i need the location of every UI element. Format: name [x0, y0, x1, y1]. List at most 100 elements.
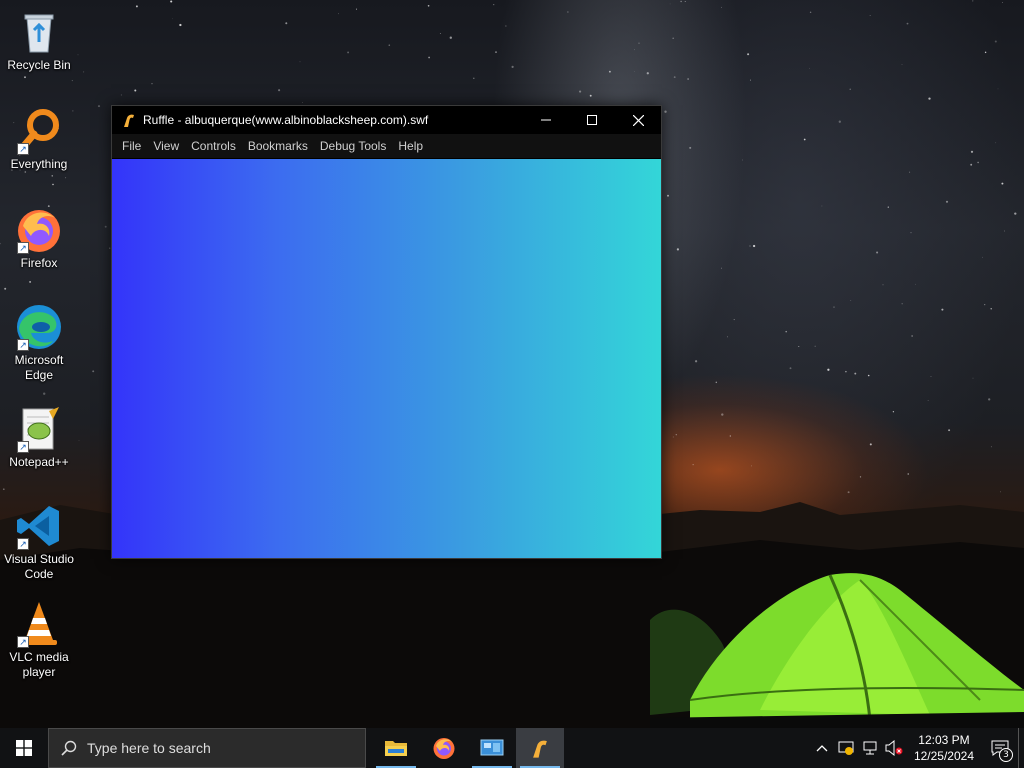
star: [634, 70, 635, 72]
star: [809, 11, 812, 14]
star: [4, 287, 7, 290]
start-button[interactable]: [0, 728, 48, 768]
star: [752, 244, 756, 248]
ruffle-window[interactable]: Ruffle - albuquerque(www.albinoblackshee…: [111, 105, 662, 559]
star: [675, 434, 677, 436]
star: [733, 319, 735, 321]
star: [1001, 182, 1004, 185]
taskbar-search-box[interactable]: Type here to search: [48, 728, 366, 768]
star: [134, 89, 137, 92]
tray-volume-button[interactable]: [882, 728, 906, 768]
star: [172, 18, 174, 20]
minimize-button[interactable]: [523, 106, 569, 134]
menu-view[interactable]: View: [147, 134, 185, 158]
desktop-icon-label: Notepad++: [9, 455, 69, 469]
star: [439, 33, 441, 34]
taskbar-ruffle[interactable]: [516, 728, 564, 768]
star: [634, 49, 635, 51]
taskbar-control-panel[interactable]: [468, 728, 516, 768]
star: [715, 381, 718, 384]
star: [638, 42, 640, 44]
recycle-bin-icon: [15, 8, 63, 56]
swf-player-canvas[interactable]: [112, 159, 661, 558]
star: [179, 23, 182, 27]
star: [887, 206, 889, 208]
star: [945, 200, 949, 203]
file-explorer-icon: [385, 741, 407, 756]
star: [589, 94, 592, 97]
star: [833, 306, 835, 308]
star: [927, 400, 929, 401]
star: [29, 280, 32, 283]
action-center-button[interactable]: 3: [982, 728, 1018, 768]
tray-network-button[interactable]: [858, 728, 882, 768]
taskbar-clock[interactable]: 12:03 PM 12/25/2024: [906, 732, 982, 764]
star: [689, 146, 692, 149]
star: [907, 473, 909, 475]
shortcut-arrow-icon: ↗: [17, 143, 29, 155]
star: [869, 443, 872, 446]
desktop-icon-vlc[interactable]: ↗ VLC media player: [0, 600, 78, 680]
window-titlebar[interactable]: Ruffle - albuquerque(www.albinoblackshee…: [112, 106, 661, 134]
desktop-icon-firefox[interactable]: ↗ Firefox: [0, 206, 78, 271]
star: [1002, 2, 1003, 3]
close-icon: [632, 114, 644, 126]
tray-security-button[interactable]: [834, 728, 858, 768]
star: [449, 36, 452, 39]
star: [355, 8, 358, 10]
menu-bookmarks[interactable]: Bookmarks: [242, 134, 314, 158]
star: [803, 138, 806, 141]
star: [999, 491, 1002, 493]
star: [493, 4, 495, 6]
show-hidden-icons-button[interactable]: [810, 728, 834, 768]
star: [814, 345, 816, 347]
taskbar-firefox[interactable]: [420, 728, 468, 768]
star: [692, 464, 694, 466]
star: [1004, 230, 1006, 232]
menu-controls[interactable]: Controls: [185, 134, 242, 158]
star: [151, 83, 153, 85]
star: [850, 300, 852, 301]
desktop-icon-label: Microsoft Edge: [14, 353, 64, 382]
star: [65, 177, 67, 179]
maximize-button[interactable]: [569, 106, 615, 134]
firefox-icon: [433, 738, 455, 759]
star: [684, 1, 686, 2]
star: [285, 22, 288, 25]
star: [906, 22, 909, 25]
menu-file[interactable]: File: [116, 134, 147, 158]
star: [854, 372, 857, 375]
desktop-icon-label: Recycle Bin: [7, 58, 71, 72]
star: [990, 308, 992, 310]
show-desktop-button[interactable]: [1018, 728, 1024, 768]
desktop-icon-label: Visual Studio Code: [4, 552, 74, 581]
star: [388, 44, 391, 46]
star: [988, 398, 991, 401]
star: [667, 194, 669, 197]
taskbar-file-explorer[interactable]: [372, 728, 420, 768]
star: [838, 120, 841, 123]
star: [104, 225, 107, 228]
star: [694, 360, 698, 363]
star: [511, 65, 514, 68]
star: [847, 491, 850, 494]
control-panel-icon: [480, 739, 504, 756]
desktop-icon-everything[interactable]: ↗ Everything: [0, 107, 78, 172]
menu-debug-tools[interactable]: Debug Tools: [314, 134, 393, 158]
notepadpp-icon: ↗: [15, 405, 63, 453]
desktop-icon-microsoft-edge[interactable]: ↗ Microsoft Edge: [0, 303, 78, 383]
star: [721, 267, 722, 269]
desktop-icon-recycle-bin[interactable]: Recycle Bin: [0, 8, 78, 73]
ruffle-icon: [533, 740, 547, 758]
desktop-icon-vscode[interactable]: ↗ Visual Studio Code: [0, 502, 78, 582]
star: [2, 488, 5, 491]
star: [867, 374, 870, 377]
desktop-icon-notepadpp[interactable]: ↗ Notepad++: [0, 405, 78, 470]
star: [347, 51, 350, 54]
close-button[interactable]: [615, 106, 661, 134]
menu-help[interactable]: Help: [392, 134, 429, 158]
star: [972, 377, 974, 379]
star: [995, 142, 997, 144]
star: [673, 76, 676, 79]
star: [984, 51, 987, 54]
